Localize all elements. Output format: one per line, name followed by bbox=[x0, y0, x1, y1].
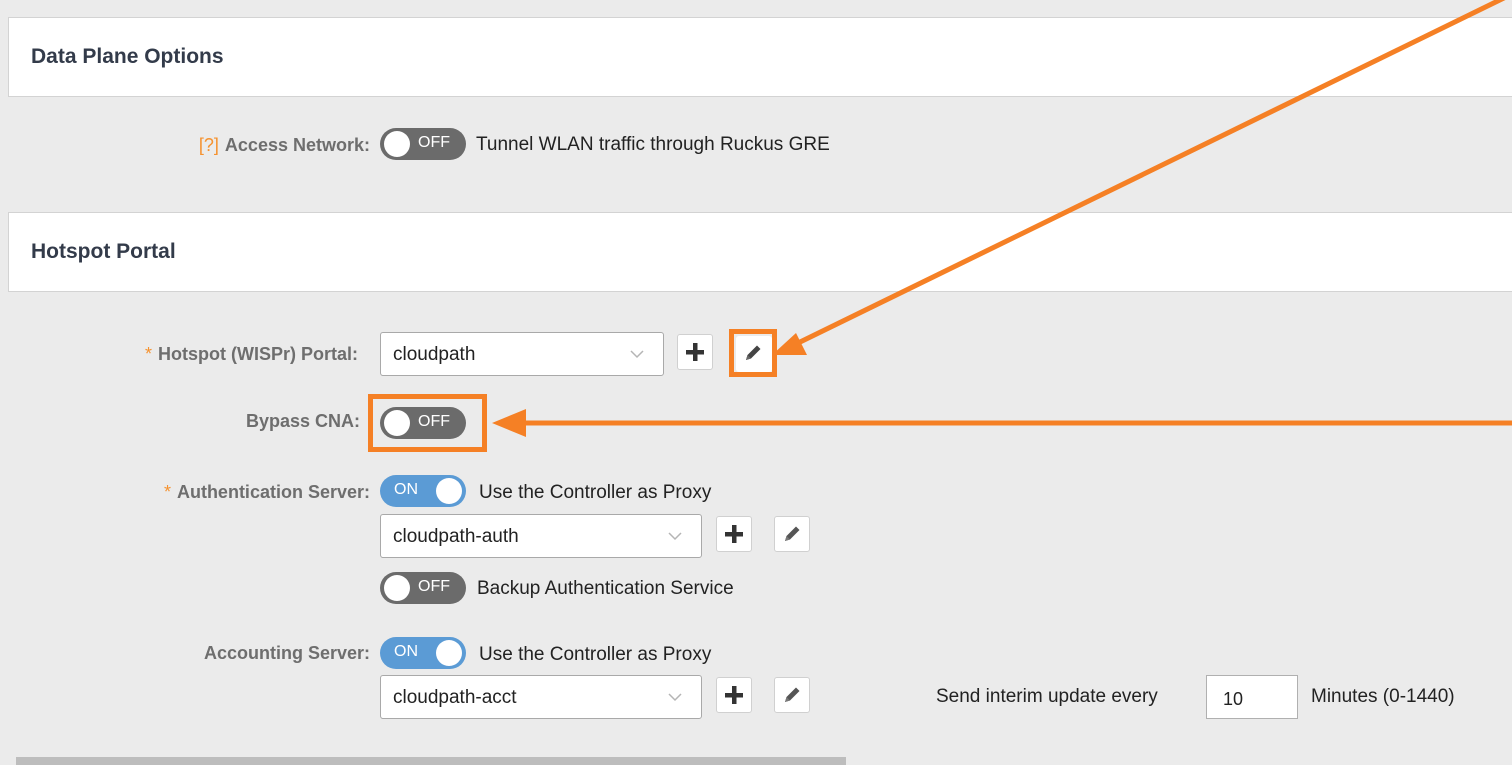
hotspot-portal-header: Hotspot Portal bbox=[8, 212, 1512, 292]
auth-proxy-label: Use the Controller as Proxy bbox=[479, 482, 712, 503]
edit-auth-server-button[interactable] bbox=[774, 516, 810, 552]
add-portal-button[interactable] bbox=[677, 334, 713, 370]
access-network-toggle[interactable]: OFF bbox=[380, 128, 466, 160]
access-network-label: [?] Access Network: bbox=[198, 135, 370, 155]
input-value: 10 bbox=[1223, 689, 1244, 709]
toggle-knob bbox=[436, 640, 462, 666]
interim-update-label: Send interim update every bbox=[936, 686, 1158, 707]
authentication-server-select[interactable]: cloudpath-auth bbox=[380, 514, 702, 558]
arrowhead-edit bbox=[772, 333, 807, 355]
add-auth-server-button[interactable] bbox=[716, 516, 752, 552]
toggle-knob bbox=[384, 131, 410, 157]
accounting-server-label: Accounting Server: bbox=[203, 643, 370, 663]
hotspot-portal-select[interactable]: cloudpath bbox=[380, 332, 664, 376]
chevron-down-icon bbox=[630, 350, 644, 359]
interim-update-input[interactable]: 10 bbox=[1206, 675, 1298, 719]
edit-acct-server-button[interactable] bbox=[774, 677, 810, 713]
plus-icon bbox=[686, 343, 704, 361]
section-title: Hotspot Portal bbox=[31, 240, 176, 263]
select-value: cloudpath-auth bbox=[393, 526, 519, 547]
toggle-state-label: OFF bbox=[418, 134, 450, 151]
required-marker: * bbox=[163, 482, 171, 502]
select-value: cloudpath bbox=[393, 344, 476, 365]
backup-auth-label: Backup Authentication Service bbox=[477, 578, 734, 599]
arrowhead-bypass bbox=[492, 409, 526, 437]
acct-proxy-label: Use the Controller as Proxy bbox=[479, 644, 712, 665]
bypass-cna-highlight bbox=[368, 394, 487, 452]
required-marker: * bbox=[144, 344, 152, 364]
authentication-server-label: * Authentication Server: bbox=[163, 482, 370, 502]
pencil-icon bbox=[785, 526, 800, 541]
help-link[interactable]: [?] bbox=[199, 135, 219, 155]
toggle-state-label: ON bbox=[394, 481, 418, 498]
toggle-knob bbox=[384, 575, 410, 601]
plus-icon bbox=[725, 525, 743, 543]
interim-unit-label: Minutes (0-1440) bbox=[1311, 686, 1455, 707]
auth-proxy-toggle[interactable]: ON bbox=[380, 475, 466, 507]
bypass-cna-label: Bypass CNA: bbox=[245, 411, 360, 431]
toggle-knob bbox=[436, 478, 462, 504]
pencil-icon bbox=[785, 687, 800, 702]
chevron-down-icon bbox=[668, 532, 682, 541]
select-value: cloudpath-acct bbox=[393, 687, 517, 708]
acct-proxy-toggle[interactable]: ON bbox=[380, 637, 466, 669]
add-acct-server-button[interactable] bbox=[716, 677, 752, 713]
accounting-server-select[interactable]: cloudpath-acct bbox=[380, 675, 702, 719]
toggle-state-label: OFF bbox=[418, 578, 450, 595]
plus-icon bbox=[725, 686, 743, 704]
hotspot-portal-label: * Hotspot (WISPr) Portal: bbox=[144, 344, 358, 364]
access-network-description: Tunnel WLAN traffic through Ruckus GRE bbox=[476, 134, 830, 155]
chevron-down-icon bbox=[668, 693, 682, 702]
toggle-state-label: ON bbox=[394, 643, 418, 660]
data-plane-options-header: Data Plane Options bbox=[8, 17, 1512, 97]
edit-portal-highlight bbox=[729, 329, 777, 377]
horizontal-scrollbar[interactable] bbox=[16, 757, 846, 765]
section-title: Data Plane Options bbox=[31, 45, 224, 68]
backup-auth-toggle[interactable]: OFF bbox=[380, 572, 466, 604]
